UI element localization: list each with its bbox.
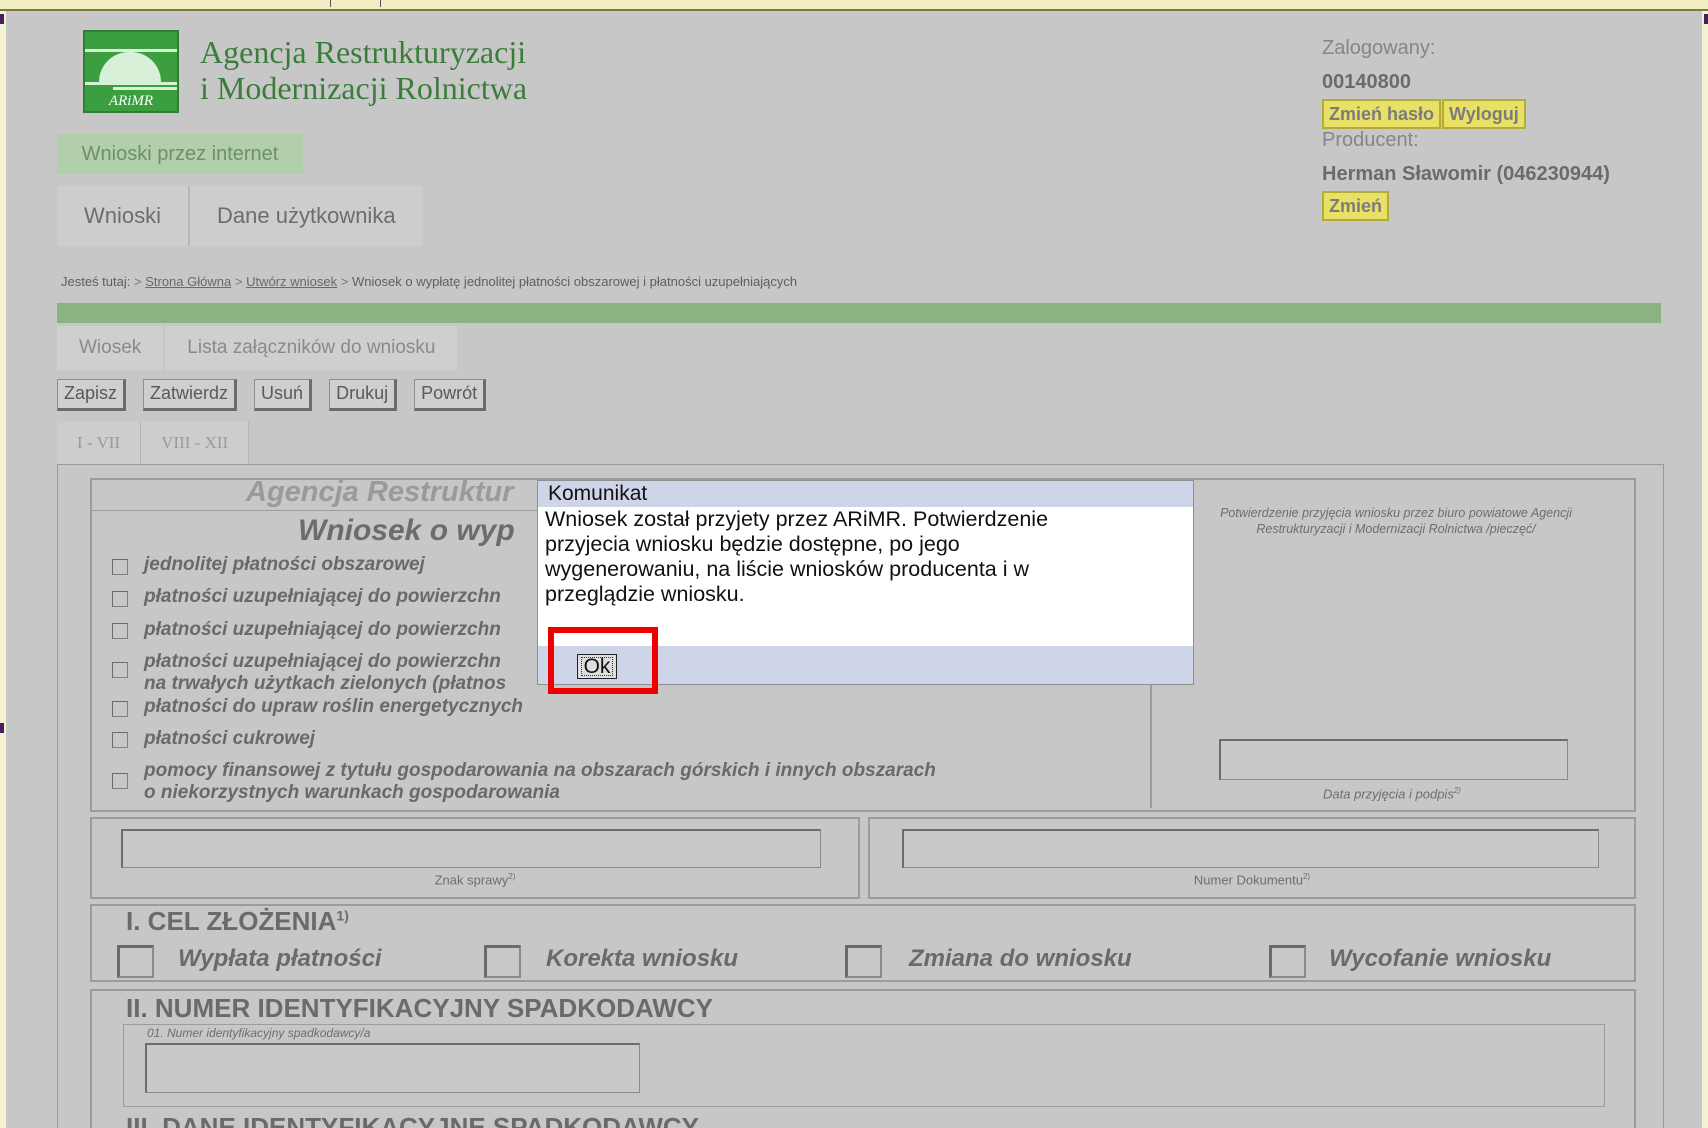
breadcrumb-link-home[interactable]: Strona Główna <box>145 274 231 289</box>
producer-label: Producent: <box>1322 129 1419 151</box>
sub-tabs: Wiosek Lista załączników do wniosku <box>57 326 459 370</box>
green-divider <box>57 303 1661 323</box>
org-name-line1: Agencja Restrukturyzacji <box>200 34 527 70</box>
purpose-label: Zmiana do wniosku <box>909 945 1132 972</box>
dialog-message-line: przeglądzie wniosku. <box>545 582 745 606</box>
logout-button[interactable]: Wyloguj <box>1442 99 1526 129</box>
tab-dane-uzytkownika[interactable]: Dane użytkownika <box>190 186 423 246</box>
tab-sections-1-7[interactable]: I - VII <box>57 421 142 465</box>
option-label: pomocy finansowej z tytułu gospodarowani… <box>144 760 936 781</box>
dialog-message-line: Wniosek został przyjety przez ARiMR. Pot… <box>545 507 1049 531</box>
checkbox-uzup-2[interactable] <box>112 623 128 639</box>
change-password-button[interactable]: Zmień hasło <box>1322 99 1442 129</box>
section-2-title: II. NUMER IDENTYFIKACYJNY SPADKODAWCY <box>126 993 713 1023</box>
section-1-title: I. CEL ZŁOŻENIA1) <box>126 906 349 936</box>
form-title: Wniosek o wyp <box>298 514 515 547</box>
section-3-title: III. DANE IDENTYFIKACYJNE SPADKODAWCY <box>126 1112 700 1128</box>
breadcrumb: Jesteś tutaj: > Strona Główna > Utwórz w… <box>61 274 797 289</box>
strip-tick <box>330 0 331 7</box>
dialog-message: Wniosek został przyjety przez ARiMR. Pot… <box>538 507 1193 607</box>
logo-text: ARiMR <box>85 91 177 111</box>
section-2-field-label: 01. Numer identyfikacyjny spadkodawcy/a <box>147 1026 371 1040</box>
option-label: na trwałych użytkach zielonych (płatnos <box>144 673 507 694</box>
case-number-field[interactable] <box>121 829 821 868</box>
option-label: płatności uzupełniającej do powierzchn <box>144 586 501 607</box>
checkbox-correction[interactable] <box>484 945 521 978</box>
date-signature-label: Data przyjęcia i podpis2) <box>1323 786 1461 802</box>
option-label: płatności uzupełniającej do powierzchn <box>144 651 501 672</box>
app-badge[interactable]: Wnioski przez internet <box>57 134 303 174</box>
tab-wnioski[interactable]: Wnioski <box>57 186 191 246</box>
breadcrumb-link-create[interactable]: Utwórz wniosek <box>246 274 337 289</box>
document-number-field[interactable] <box>902 829 1599 868</box>
option-label: płatności do upraw roślin energetycznych <box>144 696 524 717</box>
tab-wiosek[interactable]: Wiosek <box>57 326 164 370</box>
dialog-title: Komunikat <box>538 481 1193 507</box>
checkbox-change[interactable] <box>845 945 882 978</box>
checkbox-mountain-aid[interactable] <box>112 773 128 789</box>
confirmation-stamp-text: Potwierdzenie przyjęcia wniosku przez bi… <box>1220 506 1572 536</box>
checkbox-energy-crops[interactable] <box>112 701 128 717</box>
option-label: płatności uzupełniającej do powierzchn <box>144 619 501 640</box>
checkbox-withdrawal[interactable] <box>1269 945 1306 978</box>
option-label: płatności cukrowej <box>144 728 316 749</box>
breadcrumb-current: Wniosek o wypłatę jednolitej płatności o… <box>351 274 798 289</box>
user-id: 00140800 <box>1322 71 1411 93</box>
delete-button[interactable]: Usuń <box>254 379 313 411</box>
dialog-message-line: wygenerowaniu, na liście wniosków produc… <box>545 557 1030 581</box>
ok-highlight-box <box>548 627 658 694</box>
main-tabs: Wnioski Dane użytkownika <box>57 186 423 246</box>
dialog-message-line: przyjecia wniosku będzie dostępne, po je… <box>545 532 960 556</box>
save-button[interactable]: Zapisz <box>57 379 127 411</box>
checkbox-uzup-1[interactable] <box>112 591 128 607</box>
date-signature-field[interactable] <box>1219 739 1568 780</box>
slide-edge-mark <box>0 723 4 733</box>
back-button[interactable]: Powrót <box>414 379 487 411</box>
tab-attachments-list[interactable]: Lista załączników do wniosku <box>165 326 458 370</box>
range-tabs: I - VII VIII - XII <box>57 421 250 465</box>
option-label: o niekorzystnych warunkach gospodarowani… <box>144 782 560 803</box>
strip-tick <box>380 0 381 7</box>
logo-sun-shape <box>99 52 161 82</box>
breadcrumb-prefix: Jesteś tutaj: <box>61 274 131 289</box>
purpose-label: Wycofanie wniosku <box>1329 945 1552 972</box>
deceased-id-field[interactable] <box>145 1043 640 1093</box>
checkbox-jpo[interactable] <box>112 559 128 575</box>
slide-edge-mark <box>1704 14 1708 24</box>
checkbox-payment[interactable] <box>117 945 154 978</box>
change-producer-button[interactable]: Zmień <box>1322 191 1390 221</box>
form-toolbar: Zapisz Zatwierdz Usuń Drukuj Powrót <box>57 379 487 411</box>
checkbox-sugar[interactable] <box>112 732 128 748</box>
org-name-line2: i Modernizacji Rolnictwa <box>200 70 528 106</box>
producer-name: Herman Sławomir (046230944) <box>1322 163 1610 185</box>
option-label: jednolitej płatności obszarowej <box>144 554 425 575</box>
case-number-label: Znak sprawy2) <box>434 872 516 888</box>
breadcrumb-separator: > <box>134 274 142 289</box>
document-number-label: Numer Dokumentu2) <box>1193 872 1311 888</box>
login-panel: Zalogowany: 00140800 Zmień hasło Wyloguj … <box>1322 37 1692 221</box>
logged-label: Zalogowany: <box>1322 37 1436 59</box>
tab-sections-8-12[interactable]: VIII - XII <box>141 421 250 465</box>
checkbox-uzup-3[interactable] <box>112 662 128 678</box>
slide-edge-mark <box>0 14 4 24</box>
arimr-logo: ARiMR <box>83 30 179 113</box>
browser-top-strip <box>0 0 1708 11</box>
purpose-label: Wypłata płatności <box>178 945 382 972</box>
screenshot-page: ARiMR Agencja Restrukturyzacji i Moderni… <box>6 11 1702 1128</box>
agency-header: Agencja Restruktur <box>246 476 514 508</box>
breadcrumb-separator: > <box>340 274 349 289</box>
print-button[interactable]: Drukuj <box>329 379 398 411</box>
breadcrumb-separator: > <box>234 274 243 289</box>
confirm-button[interactable]: Zatwierdz <box>143 379 238 411</box>
purpose-label: Korekta wniosku <box>546 945 739 972</box>
